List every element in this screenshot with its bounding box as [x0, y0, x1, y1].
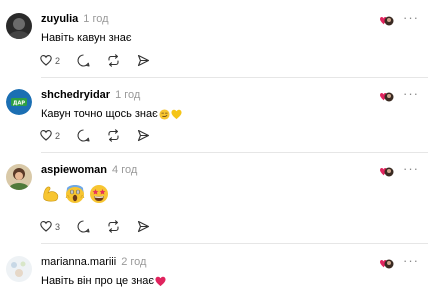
comment-button[interactable]	[77, 54, 90, 67]
heart-icon	[40, 130, 52, 141]
post-text: Навіть він про це знає	[41, 275, 166, 287]
more-icon[interactable]: ···	[403, 253, 419, 268]
share-button[interactable]	[137, 220, 150, 233]
comment-button[interactable]	[77, 129, 90, 142]
avatar[interactable]	[6, 13, 32, 39]
username[interactable]: aspiewoman	[41, 164, 107, 176]
action-bar: 2	[40, 129, 167, 142]
like-count: 3	[55, 221, 61, 232]
red-heart-emoji	[155, 276, 166, 286]
repost-icon	[108, 220, 119, 233]
avatar[interactable]	[6, 256, 32, 282]
divider	[41, 77, 428, 78]
comment-button[interactable]	[77, 220, 90, 233]
share-icon	[137, 54, 150, 67]
post-text: Кавун точно щось знає	[41, 108, 182, 120]
share-button[interactable]	[137, 129, 150, 142]
post-header: zuyulia 1 год	[41, 13, 109, 27]
timestamp: 1 год	[115, 89, 141, 101]
avatar[interactable]: ДАР	[6, 89, 32, 115]
post-header: aspiewoman 4 год	[41, 164, 137, 178]
more-icon[interactable]: ···	[403, 10, 419, 25]
more-icon[interactable]: ···	[403, 161, 419, 176]
divider	[41, 152, 428, 153]
post-text-content: Навіть кавун знає	[41, 32, 132, 44]
share-icon	[137, 220, 150, 233]
more-icon[interactable]: ···	[403, 86, 419, 101]
comment-icon	[77, 54, 90, 67]
like-button[interactable]: 3	[40, 221, 60, 232]
smirking-face-emoji	[159, 108, 170, 120]
timestamp: 2 год	[121, 256, 147, 268]
post-text-content: Кавун точно щось знає	[41, 108, 158, 120]
comment-icon	[77, 129, 90, 142]
like-button[interactable]: 2	[40, 55, 60, 66]
timestamp: 4 год	[112, 164, 138, 176]
flexed-biceps-emoji	[43, 186, 59, 202]
like-count: 2	[55, 55, 61, 66]
repost-icon	[108, 129, 119, 142]
avatar[interactable]	[6, 164, 32, 190]
like-count: 2	[55, 130, 61, 141]
post-emojis	[41, 184, 113, 204]
post-text: Навіть кавун знає	[41, 32, 131, 44]
heart-icon	[40, 55, 52, 66]
share-icon	[137, 129, 150, 142]
post-header: marianna.mariii 2 год	[41, 256, 146, 270]
face-screaming-in-fear-emoji	[65, 185, 85, 203]
yellow-heart-emoji	[171, 109, 182, 119]
action-bar: 2	[40, 54, 167, 67]
comment-icon	[77, 220, 90, 233]
liked-by-avatars[interactable]	[378, 165, 394, 177]
liked-by-avatars[interactable]	[378, 14, 394, 26]
share-button[interactable]	[137, 54, 150, 67]
timestamp: 1 год	[83, 13, 109, 25]
repost-button[interactable]	[107, 220, 120, 233]
svg-text:ДАР: ДАР	[13, 100, 25, 106]
repost-icon	[108, 54, 119, 67]
star-struck-emoji	[90, 185, 108, 203]
username[interactable]: shchedryidar	[41, 89, 110, 101]
heart-icon	[40, 221, 52, 232]
username[interactable]: zuyulia	[41, 13, 78, 25]
divider	[41, 243, 428, 244]
repost-button[interactable]	[107, 54, 120, 67]
liked-by-avatars[interactable]	[378, 90, 394, 102]
like-button[interactable]: 2	[40, 130, 60, 141]
action-bar: 3	[40, 220, 167, 233]
liked-by-avatars[interactable]	[378, 257, 394, 269]
post-header: shchedryidar 1 год	[41, 89, 140, 103]
repost-button[interactable]	[107, 129, 120, 142]
username[interactable]: marianna.mariii	[41, 256, 116, 268]
post-text-content: Навіть він про це знає	[41, 275, 155, 287]
